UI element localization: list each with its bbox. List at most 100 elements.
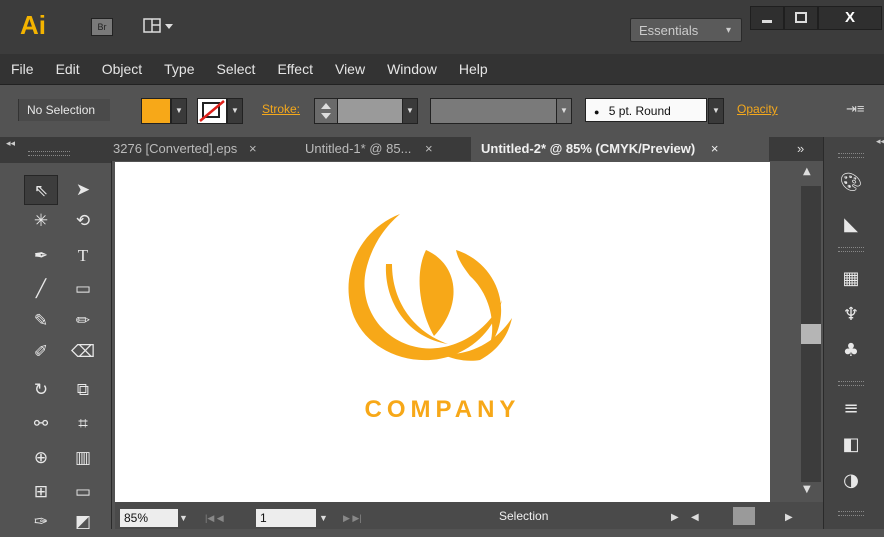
stroke-weight-stepper[interactable] (314, 98, 338, 124)
scale-tool-icon[interactable]: ⧉ (66, 375, 100, 405)
fill-color-swatch[interactable] (141, 98, 171, 124)
maximize-button[interactable] (784, 6, 818, 30)
brush-dropdown[interactable]: ▼ (708, 98, 724, 124)
menu-type[interactable]: Type (153, 61, 205, 77)
graph-tool-icon[interactable]: ▥ (66, 443, 100, 473)
menu-effect[interactable]: Effect (266, 61, 324, 77)
vertical-scrollbar[interactable]: ▲ ▼ (771, 162, 823, 502)
direct-selection-tool-icon[interactable]: ➤ (66, 175, 100, 205)
grip-icon[interactable] (838, 153, 864, 158)
artboard-dropdown-icon[interactable]: ▼ (319, 509, 328, 527)
blend-tool-icon[interactable]: ◩ (66, 507, 100, 537)
type-tool-icon[interactable]: T (66, 241, 100, 271)
maximize-icon (795, 12, 807, 23)
bridge-button[interactable]: Br (91, 18, 113, 36)
expand-dock-icon[interactable]: ◂◂ (876, 137, 884, 147)
fill-dropdown[interactable]: ▼ (171, 98, 187, 124)
paintbrush-tool-icon[interactable]: ✎ (24, 306, 58, 336)
scroll-right-icon[interactable]: ▶ (785, 509, 793, 527)
collapse-icon[interactable]: ◂◂ (6, 139, 15, 149)
close-window-button[interactable]: X (818, 6, 882, 30)
tab-untitled-1[interactable]: Untitled-1* @ 85... × (297, 137, 469, 161)
line-tool-icon[interactable]: ╱ (24, 274, 58, 304)
zoom-field[interactable]: 85% (120, 509, 178, 527)
arrange-documents-button[interactable] (143, 18, 175, 34)
blob-brush-tool-icon[interactable]: ✐ (24, 337, 58, 367)
first-artboard-icon[interactable]: |◀ ◀ (205, 509, 224, 527)
menu-file[interactable]: File (0, 61, 45, 77)
stroke-panel-icon[interactable]: ≡ (838, 397, 864, 421)
panel-menu-icon[interactable]: ⇥≡ (846, 101, 864, 117)
swatches-icon[interactable]: ▦ (838, 267, 864, 291)
scroll-up-icon[interactable]: ▲ (803, 166, 811, 177)
grip-icon[interactable] (838, 381, 864, 386)
tab-untitled-2[interactable]: Untitled-2* @ 85% (CMYK/Preview) × (471, 137, 769, 161)
stroke-color-swatch[interactable] (197, 98, 227, 124)
minimize-button[interactable] (750, 6, 784, 30)
grip-icon[interactable] (838, 511, 864, 516)
stroke-dropdown[interactable]: ▼ (227, 98, 243, 124)
profile-dropdown[interactable]: ▼ (556, 98, 572, 124)
symbols-icon[interactable]: ♣ (838, 339, 864, 363)
stroke-weight-dropdown[interactable]: ▼ (402, 98, 418, 124)
title-bar: Ai Br Essentials ▾ X (0, 0, 884, 54)
scroll-thumb[interactable] (801, 324, 821, 344)
pencil-tool-icon[interactable]: ✏ (66, 306, 100, 336)
workspace-label: Essentials (639, 23, 699, 38)
gradient-panel-icon[interactable]: ◧ (838, 433, 864, 457)
artboard-number-field[interactable]: 1 (256, 509, 316, 527)
company-logo-icon (348, 214, 512, 361)
minimize-icon (762, 20, 772, 23)
status-menu-icon[interactable]: ▶ (671, 509, 679, 527)
eraser-tool-icon[interactable]: ⌫ (66, 337, 100, 367)
stroke-panel-link[interactable]: Stroke: (262, 102, 300, 116)
brush-definition[interactable]: ● 5 pt. Round (585, 98, 707, 122)
opacity-link[interactable]: Opacity (737, 102, 778, 116)
lasso-tool-icon[interactable]: ⟲ (66, 206, 100, 236)
scroll-left-icon[interactable]: ◀ (691, 509, 699, 527)
next-artboard-icon[interactable]: ▶ ▶| (343, 509, 362, 527)
horizontal-scroll-thumb[interactable] (733, 507, 755, 525)
menu-edit[interactable]: Edit (45, 61, 91, 77)
tab-label: Untitled-1* @ 85... (305, 141, 412, 156)
transparency-panel-icon[interactable]: ◑ (838, 469, 864, 493)
selection-tool-icon[interactable]: ⇖ (24, 175, 58, 205)
close-tab-icon[interactable]: × (249, 141, 257, 156)
tools-panel-header[interactable]: ◂◂ (0, 137, 111, 163)
document-tab-bar: 3276 [Converted].eps × Untitled-1* @ 85.… (111, 137, 823, 161)
color-palette-icon[interactable]: 🎨︎ (838, 171, 864, 195)
menu-view[interactable]: View (324, 61, 376, 77)
scroll-down-icon[interactable]: ▼ (803, 484, 811, 495)
gradient-tool-icon[interactable]: ▭ (66, 477, 100, 507)
menu-object[interactable]: Object (91, 61, 153, 77)
close-tab-icon[interactable]: × (711, 141, 719, 156)
grip-icon[interactable] (28, 151, 70, 156)
width-tool-icon[interactable]: ⚯ (24, 409, 58, 439)
color-guide-icon[interactable]: ◣ (838, 213, 864, 237)
artboard[interactable]: COMPANY (115, 162, 770, 502)
workspace-switcher[interactable]: Essentials ▾ (630, 18, 742, 42)
app-logo: Ai (20, 10, 46, 40)
free-transform-tool-icon[interactable]: ⌗ (66, 409, 100, 439)
rotate-tool-icon[interactable]: ↻ (24, 375, 58, 405)
grip-icon[interactable] (838, 247, 864, 252)
menu-select[interactable]: Select (206, 61, 267, 77)
shape-builder-tool-icon[interactable]: ⊕ (24, 443, 58, 473)
close-tab-icon[interactable]: × (425, 141, 433, 156)
brush-value: 5 pt. Round (608, 104, 671, 118)
mesh-tool-icon[interactable]: ⊞ (24, 477, 58, 507)
stepper-arrows-icon (321, 103, 331, 119)
magic-wand-tool-icon[interactable]: ✳ (24, 206, 58, 236)
tabs-overflow-button[interactable]: » (797, 137, 817, 161)
variable-width-profile[interactable] (430, 98, 572, 124)
menu-help[interactable]: Help (448, 61, 499, 77)
brushes-icon[interactable]: ♆ (838, 303, 864, 327)
zoom-dropdown-icon[interactable]: ▼ (179, 509, 188, 527)
menu-window[interactable]: Window (376, 61, 448, 77)
stroke-weight-field[interactable] (337, 98, 403, 124)
control-bar: No Selection ▼ ▼ Stroke: ▼ ▼ ● 5 pt. Rou… (0, 84, 884, 137)
pen-tool-icon[interactable]: ✒ (24, 241, 58, 271)
tab-3276-converted[interactable]: 3276 [Converted].eps × (111, 137, 297, 161)
rectangle-tool-icon[interactable]: ▭ (66, 274, 100, 304)
eyedropper-tool-icon[interactable]: ✑ (24, 507, 58, 537)
